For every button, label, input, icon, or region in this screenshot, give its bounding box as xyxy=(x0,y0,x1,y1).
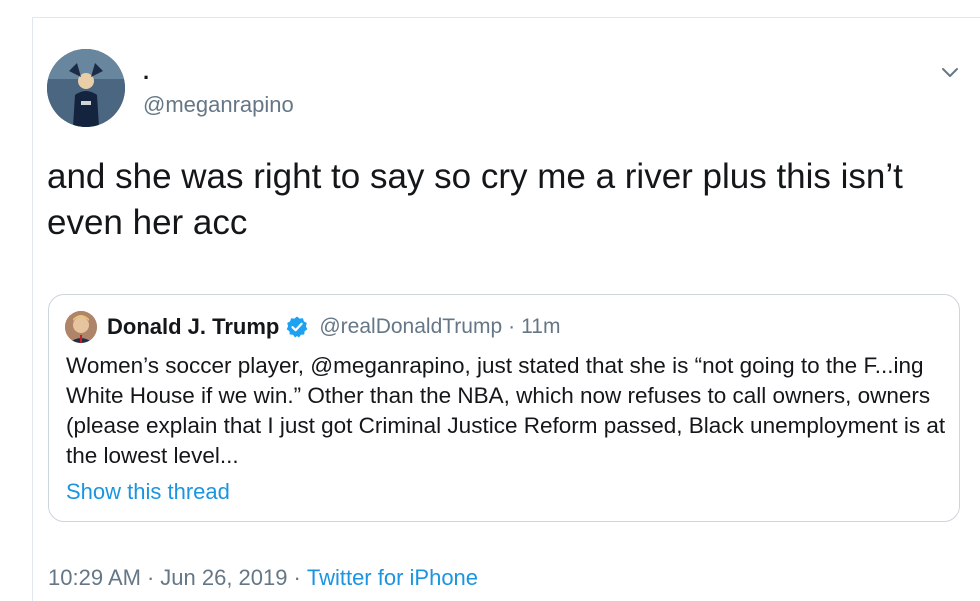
quoted-tweet-card[interactable]: Donald J. Trump @realDonaldTrump · 11m W… xyxy=(48,294,960,522)
author-avatar-image xyxy=(47,49,125,127)
author-handle[interactable]: @meganrapino xyxy=(143,92,294,118)
page: . @meganrapino and she was right to say … xyxy=(0,0,980,601)
author-name[interactable]: . xyxy=(143,60,149,84)
tweet-date[interactable]: Jun 26, 2019 xyxy=(160,565,287,590)
quoted-tweet-text: Women’s soccer player, @meganrapino, jus… xyxy=(66,353,946,468)
tweet-time[interactable]: 10:29 AM xyxy=(48,565,141,590)
show-thread-link[interactable]: Show this thread xyxy=(66,477,230,507)
chevron-down-icon[interactable] xyxy=(938,60,962,84)
footer-separator: · xyxy=(293,565,301,590)
quoted-tweet-header: Donald J. Trump @realDonaldTrump · 11m xyxy=(107,312,560,342)
tweet-source-link[interactable]: Twitter for iPhone xyxy=(307,565,478,590)
quoted-author-handle[interactable]: @realDonaldTrump xyxy=(319,315,502,339)
footer-separator: · xyxy=(146,565,155,590)
quoted-header-separator: · xyxy=(508,315,516,338)
tweet-text: and she was right to say so cry me a riv… xyxy=(47,157,903,242)
quoted-tweet-time[interactable]: 11m xyxy=(521,315,560,339)
quoted-author-name[interactable]: Donald J. Trump xyxy=(107,314,279,340)
quoted-author-avatar[interactable] xyxy=(65,311,97,343)
verified-badge-icon xyxy=(285,315,309,339)
tweet-footer: 10:29 AM · Jun 26, 2019 · Twitter for iPhone xyxy=(48,563,478,593)
author-avatar[interactable] xyxy=(47,49,125,127)
